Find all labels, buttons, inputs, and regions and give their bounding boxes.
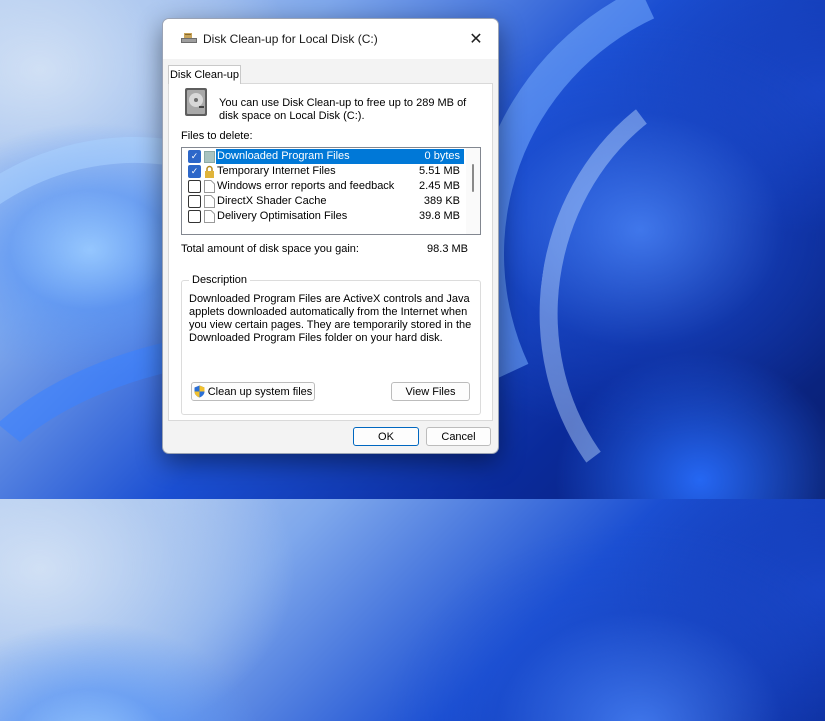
file-size: 389 KB [423, 195, 460, 207]
uac-shield-icon [194, 385, 205, 398]
file-size: 5.51 MB [419, 165, 460, 177]
close-icon: ✕ [469, 31, 483, 48]
list-item[interactable]: Delivery Optimisation Files 39.8 MB [182, 209, 466, 224]
clean-up-system-files-button[interactable]: Clean up system files [191, 382, 315, 401]
scroll-thumb[interactable] [472, 164, 474, 192]
file-name: Downloaded Program Files [217, 150, 350, 162]
checkbox[interactable] [188, 180, 201, 193]
checkbox[interactable]: ✓ [188, 165, 201, 178]
hard-disk-icon [185, 88, 207, 116]
ok-button[interactable]: OK [353, 427, 419, 446]
disk-cleanup-icon [181, 33, 197, 43]
file-icon [204, 195, 215, 208]
view-files-button[interactable]: View Files [391, 382, 470, 401]
checkbox[interactable] [188, 195, 201, 208]
list-item[interactable]: DirectX Shader Cache 389 KB [182, 194, 466, 209]
files-to-delete-list[interactable]: ✓ Downloaded Program Files 0 bytes ✓ Tem… [181, 147, 481, 235]
file-name: DirectX Shader Cache [217, 195, 327, 207]
disk-cleanup-dialog: Disk Clean-up for Local Disk (C:) ✕ Disk… [162, 18, 499, 454]
file-name: Temporary Internet Files [217, 165, 336, 177]
description-title: Description [189, 274, 251, 286]
file-size: 0 bytes [424, 150, 460, 162]
folder-icon [204, 151, 215, 163]
description-text: Downloaded Program Files are ActiveX con… [189, 293, 472, 344]
checkbox[interactable] [188, 210, 201, 223]
list-item[interactable]: ✓ Downloaded Program Files 0 bytes [182, 149, 466, 164]
file-size: 39.8 MB [419, 210, 460, 222]
total-space-value: 98.3 MB [427, 243, 468, 255]
tab-disk-cleanup[interactable]: Disk Clean-up [168, 65, 241, 84]
list-scrollbar[interactable] [466, 148, 480, 234]
close-button[interactable]: ✕ [454, 19, 498, 59]
total-space-label: Total amount of disk space you gain: [181, 243, 359, 255]
list-item[interactable]: Windows error reports and feedback di...… [182, 179, 466, 194]
lock-icon [205, 165, 214, 178]
file-size: 2.45 MB [419, 180, 460, 192]
file-icon [204, 210, 215, 223]
clean-up-system-files-label: Clean up system files [207, 385, 313, 398]
cancel-button[interactable]: Cancel [426, 427, 491, 446]
tab-panel: You can use Disk Clean-up to free up to … [168, 83, 493, 421]
file-name: Windows error reports and feedback di... [217, 180, 397, 192]
window-title: Disk Clean-up for Local Disk (C:) [203, 32, 378, 46]
title-bar[interactable]: Disk Clean-up for Local Disk (C:) ✕ [163, 19, 498, 59]
file-name: Delivery Optimisation Files [217, 210, 348, 222]
checkbox[interactable]: ✓ [188, 150, 201, 163]
list-item[interactable]: ✓ Temporary Internet Files 5.51 MB [182, 164, 466, 179]
files-to-delete-label: Files to delete: [181, 130, 253, 142]
intro-text: You can use Disk Clean-up to free up to … [219, 97, 467, 122]
file-icon [204, 180, 215, 193]
